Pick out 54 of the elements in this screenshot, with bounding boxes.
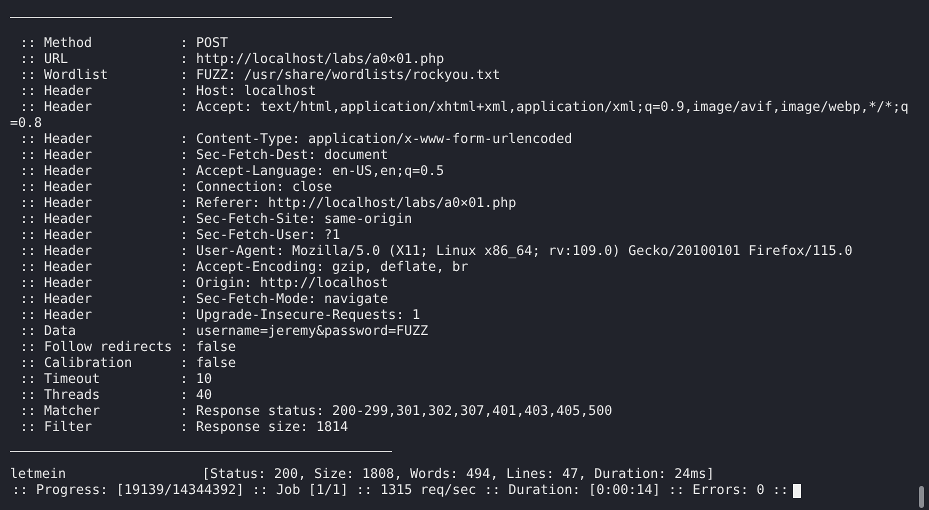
cursor-icon <box>792 484 801 498</box>
progress-status: :: Progress: [19139/14344392] :: Job [1/1] :: 1315 req/sec :: Duration: [0:00:14] :: Errors: 0 :: <box>12 482 789 500</box>
parameter-value: : Host: localhost <box>180 83 316 100</box>
parameter-value: : Response size: 1814 <box>180 419 348 438</box>
parameter-name: :: Header <box>20 275 94 292</box>
parameter-value: : Sec-Fetch-Dest: document <box>180 147 388 165</box>
wrapped-text: =0.8 <box>10 115 42 134</box>
scrollbar-thumb[interactable] <box>919 486 924 508</box>
parameter-name: :: Wordlist <box>20 67 110 84</box>
parameter-name: :: Header <box>20 131 94 148</box>
parameter-name: :: Header <box>20 195 94 212</box>
parameter-name: :: Header <box>20 99 94 117</box>
parameter-value: : username=jeremy&password=FUZZ <box>180 323 428 340</box>
parameter-value: : FUZZ: /usr/share/wordlists/rockyou.txt <box>180 67 500 84</box>
parameter-value: : 10 <box>180 371 212 389</box>
parameter-value: : Accept: text/html,application/xhtml+xml,application/xml;q=0.9,image/avif,image/webp,*/*;q <box>180 99 908 118</box>
result-word: letmein <box>10 466 68 484</box>
parameter-name: :: Header <box>20 83 94 100</box>
parameter-value: : Content-Type: application/x-www-form-urlencoded <box>180 131 572 148</box>
parameter-value: : false <box>180 339 236 356</box>
parameter-value: : Sec-Fetch-Site: same-origin <box>180 211 412 228</box>
parameter-name: :: Calibration <box>20 355 134 372</box>
parameter-value: : Accept-Language: en-US,en;q=0.5 <box>180 163 444 180</box>
parameter-name: :: Matcher <box>20 403 102 420</box>
parameter-value: : Response status: 200-299,301,302,307,401,403,405,500 <box>180 403 612 420</box>
parameter-name: :: Header <box>20 163 94 180</box>
parameter-value: : User-Agent: Mozilla/5.0 (X11; Linux x86_64; rv:109.0) Gecko/20100101 Firefox/115.0 <box>180 243 852 260</box>
parameter-value: : Sec-Fetch-Mode: navigate <box>180 291 388 308</box>
parameter-value: : Origin: http://localhost <box>180 275 388 292</box>
parameter-name: :: Header <box>20 227 94 244</box>
parameter-name: :: Header <box>20 243 94 260</box>
parameter-value: : Upgrade-Insecure-Requests: 1 <box>180 307 420 324</box>
parameter-name: :: Threads <box>20 387 102 404</box>
parameter-name: :: Header <box>20 211 94 228</box>
parameter-value: : false <box>180 355 236 373</box>
parameter-name: :: Header <box>20 147 94 164</box>
result-info: [Status: 200, Size: 1808, Words: 494, Lines: 47, Duration: 24ms] <box>202 466 714 484</box>
parameter-name: :: Follow redirects <box>20 339 174 356</box>
parameter-value: : POST <box>180 35 228 52</box>
parameter-name: :: Timeout <box>20 371 102 388</box>
parameter-name: :: Filter <box>20 419 94 438</box>
parameter-name: :: Method <box>20 35 94 53</box>
parameter-value: : Referer: http://localhost/labs/a0×01.php <box>180 195 516 212</box>
parameter-name: :: Header <box>20 291 94 308</box>
parameter-value: : Connection: close <box>180 179 332 196</box>
parameter-value: : Accept-Encoding: gzip, deflate, br <box>180 259 468 276</box>
parameter-name: :: Header <box>20 307 94 325</box>
parameter-name: :: Data <box>20 323 78 340</box>
parameter-value: : Sec-Fetch-User: ?1 <box>180 227 340 244</box>
parameter-value: : 40 <box>180 387 212 405</box>
parameter-name: :: Header <box>20 179 94 196</box>
parameter-name: :: Header <box>20 259 94 276</box>
parameter-value: : http://localhost/labs/a0×01.php <box>180 51 444 68</box>
parameter-name: :: URL <box>20 51 70 68</box>
